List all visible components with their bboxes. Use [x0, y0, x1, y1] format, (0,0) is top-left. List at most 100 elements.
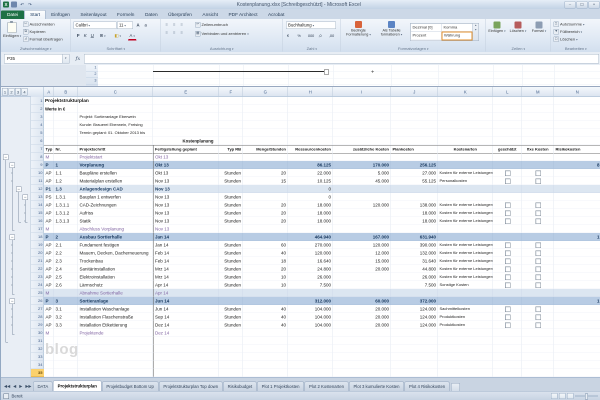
cell-B20[interactable]: 2.2: [54, 249, 78, 257]
cell-style-komma[interactable]: Komma: [442, 24, 473, 32]
cell-C27[interactable]: Installation Waschanlage: [78, 305, 153, 313]
cell-C14[interactable]: CAD-Zeichnungen: [78, 201, 153, 209]
sheet-nav-last[interactable]: ▶▶: [24, 382, 33, 392]
cell-E32[interactable]: [153, 345, 219, 353]
cell-A16[interactable]: AP: [44, 217, 54, 225]
cell-H29[interactable]: 104.000: [288, 321, 333, 329]
cell-I23[interactable]: [333, 273, 391, 281]
cell-J18[interactable]: 631.940: [391, 233, 438, 241]
cell-style-dezimal-0-[interactable]: Dezimal [0]: [411, 24, 442, 32]
cell-F19[interactable]: Stunden: [219, 241, 243, 249]
cell-E33[interactable]: [153, 353, 219, 361]
cell-H16[interactable]: 18.000: [288, 217, 333, 225]
cell-A21[interactable]: AP: [44, 257, 54, 265]
cell-A30[interactable]: M: [44, 329, 54, 337]
column-header-F[interactable]: F: [219, 87, 243, 97]
cell-E23[interactable]: Mrz 14: [153, 273, 219, 281]
cell-K5[interactable]: [438, 129, 493, 137]
cell-J9[interactable]: 256.125: [391, 161, 438, 169]
cell-N31[interactable]: [554, 337, 600, 345]
ribbon-tab-überprüfen[interactable]: Überprüfen: [163, 11, 197, 20]
cell-B22[interactable]: 2.4: [54, 265, 78, 273]
cell-F33[interactable]: [219, 353, 243, 361]
cell-A8[interactable]: M: [44, 153, 54, 161]
cell-A4[interactable]: [44, 121, 54, 129]
cell-J3[interactable]: [391, 113, 438, 121]
row-header-1[interactable]: 1: [31, 97, 44, 105]
cell-F22[interactable]: Stunden: [219, 265, 243, 273]
cell-N13[interactable]: [554, 193, 600, 201]
cell-A23[interactable]: AP: [44, 273, 54, 281]
cell-I2[interactable]: [333, 105, 391, 113]
cell-F32[interactable]: [219, 345, 243, 353]
cell-I27[interactable]: 20.000: [333, 305, 391, 313]
cell-style-prozent[interactable]: Prozent: [411, 32, 442, 40]
cell-N29[interactable]: [554, 321, 600, 329]
cell-B30[interactable]: [54, 329, 78, 337]
align-right-icon[interactable]: ≡: [179, 29, 184, 37]
cell-G25[interactable]: [243, 289, 288, 297]
cell-B3[interactable]: [54, 113, 78, 121]
row-header-30[interactable]: 30: [31, 329, 44, 337]
cell-F11[interactable]: Stunden: [219, 177, 243, 185]
sheet-tab-plot-3-kumulierte-kosten[interactable]: Plot 3 kumulierte Kosten: [349, 382, 404, 392]
ribbon-tab-seitenlayout[interactable]: Seitenlayout: [75, 11, 111, 20]
cell-L10[interactable]: [493, 169, 522, 177]
cell-A12[interactable]: P1: [44, 185, 54, 193]
checkbox-fixekosten-27[interactable]: [535, 307, 541, 313]
ribbon-tab-acrobat[interactable]: Acrobat: [263, 11, 289, 20]
name-box[interactable]: P35: [4, 54, 63, 64]
cell-E29[interactable]: Dez 14: [153, 321, 219, 329]
cell-M9[interactable]: [522, 161, 554, 169]
cell-H28[interactable]: 104.000: [288, 313, 333, 321]
font-color-icon[interactable]: A: [128, 32, 136, 41]
zeilenumbruch-button[interactable]: ↩Zeilenumbruch: [195, 22, 228, 28]
cell-F35[interactable]: [219, 369, 243, 377]
row-header-35[interactable]: 35: [31, 369, 44, 377]
cell-E22[interactable]: Mrz 14: [153, 265, 219, 273]
cell-K6[interactable]: [438, 137, 493, 145]
cell-N10[interactable]: [554, 169, 600, 177]
cell-M8[interactable]: [522, 153, 554, 161]
cell-H23[interactable]: 26.000: [288, 273, 333, 281]
checkbox-fixekosten-21[interactable]: [535, 259, 541, 265]
row-header-25[interactable]: 25: [31, 289, 44, 297]
cell-H4[interactable]: [288, 121, 333, 129]
cell-N5[interactable]: [554, 129, 600, 137]
cell-J34[interactable]: [391, 361, 438, 369]
cell-L12[interactable]: [493, 185, 522, 193]
cell-M24[interactable]: [522, 281, 554, 289]
cell-G9[interactable]: [243, 161, 288, 169]
cell-H10[interactable]: 22.000: [288, 169, 333, 177]
cell-M12[interactable]: [522, 185, 554, 193]
checkbox-geschaetzt-10[interactable]: [505, 171, 511, 177]
cell-C26[interactable]: Sortieranlage: [78, 297, 153, 305]
cell-style-währung[interactable]: Währung: [442, 32, 473, 41]
checkbox-fixekosten-10[interactable]: [535, 171, 541, 177]
cell-C31[interactable]: [78, 337, 153, 345]
cell-C29[interactable]: Installation Etikettierung: [78, 321, 153, 329]
cell-F2[interactable]: [219, 105, 243, 113]
sheet-tab-risikobudget[interactable]: Risikobudget: [223, 382, 257, 392]
cell-B29[interactable]: 3.3: [54, 321, 78, 329]
drawing-line-shape[interactable]: [153, 71, 329, 72]
cell-K21[interactable]: Kosten für externe Leistungen: [438, 257, 493, 265]
sheet-tab-plot-4-risikokosten[interactable]: Plot 4 Risikokosten: [405, 382, 450, 392]
cell-J24[interactable]: 7.500: [391, 281, 438, 289]
cell-L29[interactable]: [493, 321, 522, 329]
cell-H19[interactable]: 270.000: [288, 241, 333, 249]
cell-E9[interactable]: Okt 13: [153, 161, 219, 169]
füllbereich-button[interactable]: ▼Füllbereich: [554, 29, 583, 35]
cell-N24[interactable]: [554, 281, 600, 289]
cell-J31[interactable]: [391, 337, 438, 345]
outline-level-button-4[interactable]: 4: [22, 88, 28, 96]
cell-G1[interactable]: [243, 97, 288, 105]
cell-G14[interactable]: 20: [243, 201, 288, 209]
cell-N6[interactable]: [554, 137, 600, 145]
cell-B24[interactable]: 2.6: [54, 281, 78, 289]
cell-N12[interactable]: [554, 185, 600, 193]
cell-F29[interactable]: Stunden: [219, 321, 243, 329]
cell-H8[interactable]: [288, 153, 333, 161]
cell-A19[interactable]: AP: [44, 241, 54, 249]
cell-E16[interactable]: Nov 13: [153, 217, 219, 225]
